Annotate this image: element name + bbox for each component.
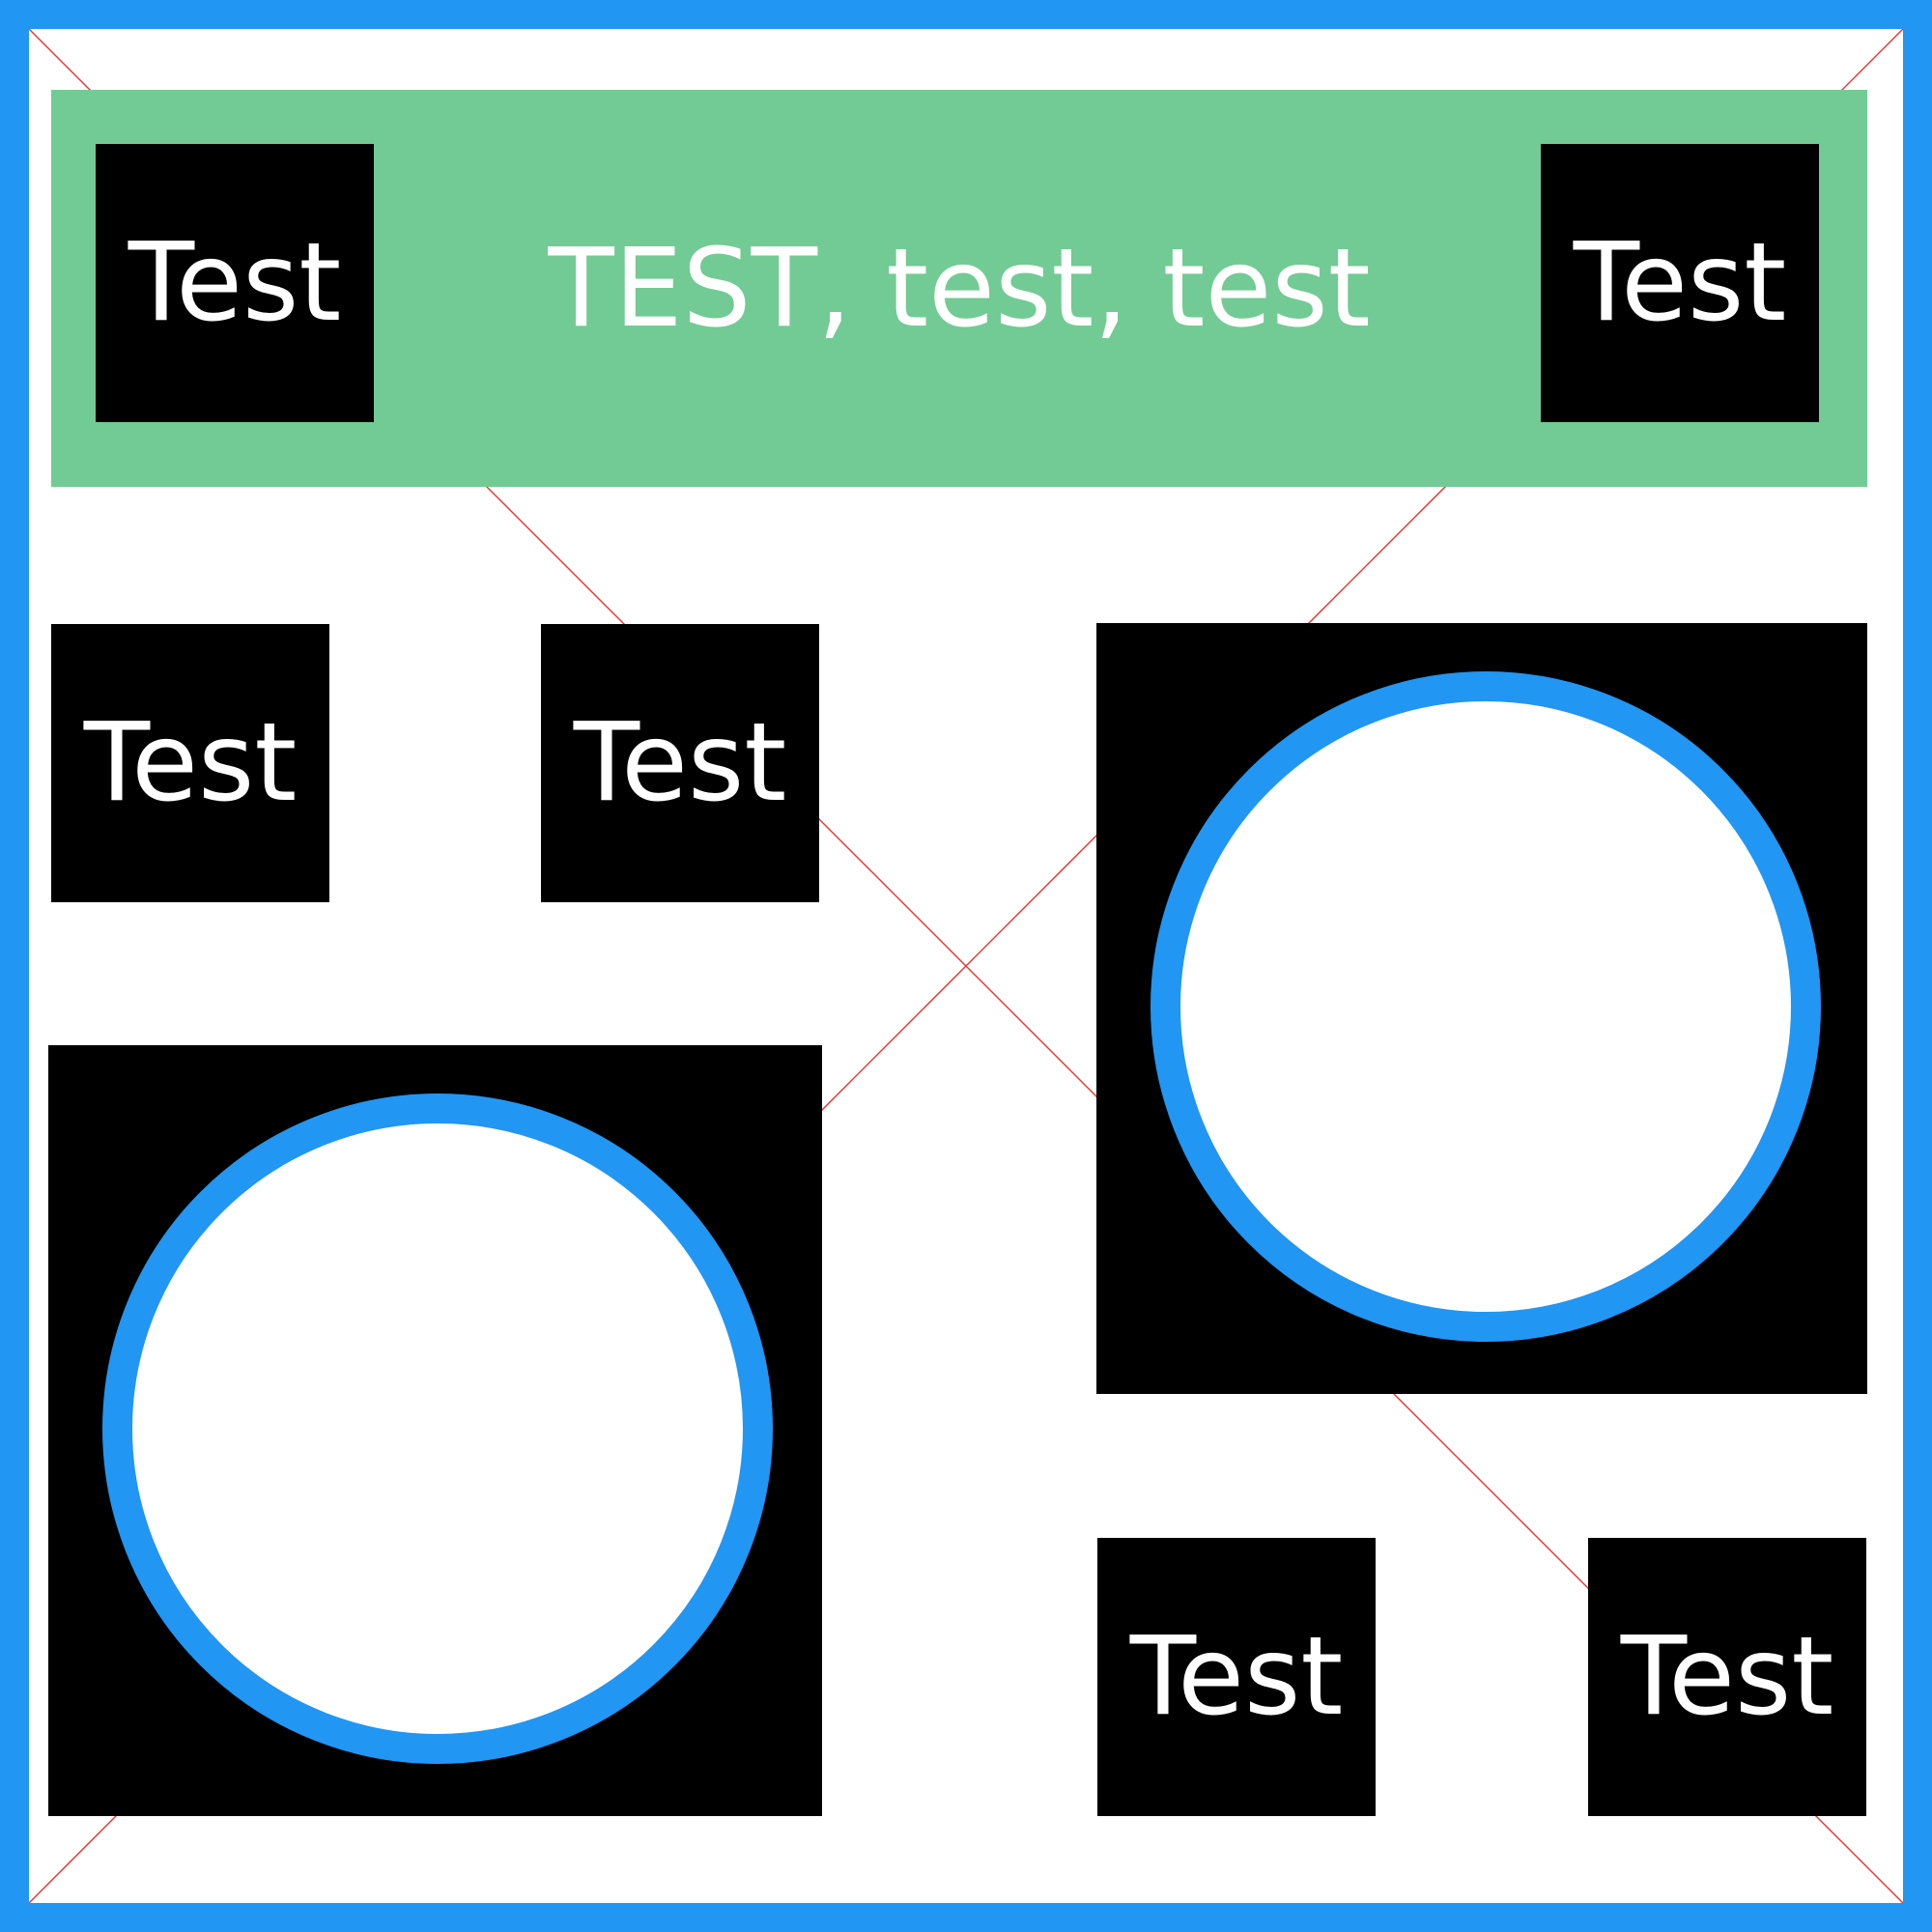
test-tile-bottom-right: Test	[1588, 1538, 1866, 1816]
test-tile-bottom-center: Test	[1097, 1538, 1376, 1816]
ring-circle	[1151, 671, 1821, 1342]
tile-label: Test	[573, 700, 787, 826]
test-tile-middle-center: Test	[541, 624, 819, 902]
header-title: TEST, test, test	[548, 225, 1371, 352]
header-left-test-tile: Test	[96, 144, 374, 422]
tile-label: Test	[128, 220, 342, 346]
tile-label: Test	[83, 700, 298, 826]
test-tile-middle-left: Test	[51, 624, 329, 902]
tile-label: Test	[1573, 220, 1787, 346]
header-right-test-tile: Test	[1541, 144, 1819, 422]
tile-label: Test	[1620, 1614, 1834, 1740]
header-bar: Test TEST, test, test Test	[51, 90, 1867, 487]
ring-tile-top-right	[1096, 623, 1867, 1394]
ring-tile-bottom-left	[48, 1045, 822, 1816]
tile-label: Test	[1129, 1614, 1344, 1740]
ring-circle	[102, 1094, 773, 1764]
